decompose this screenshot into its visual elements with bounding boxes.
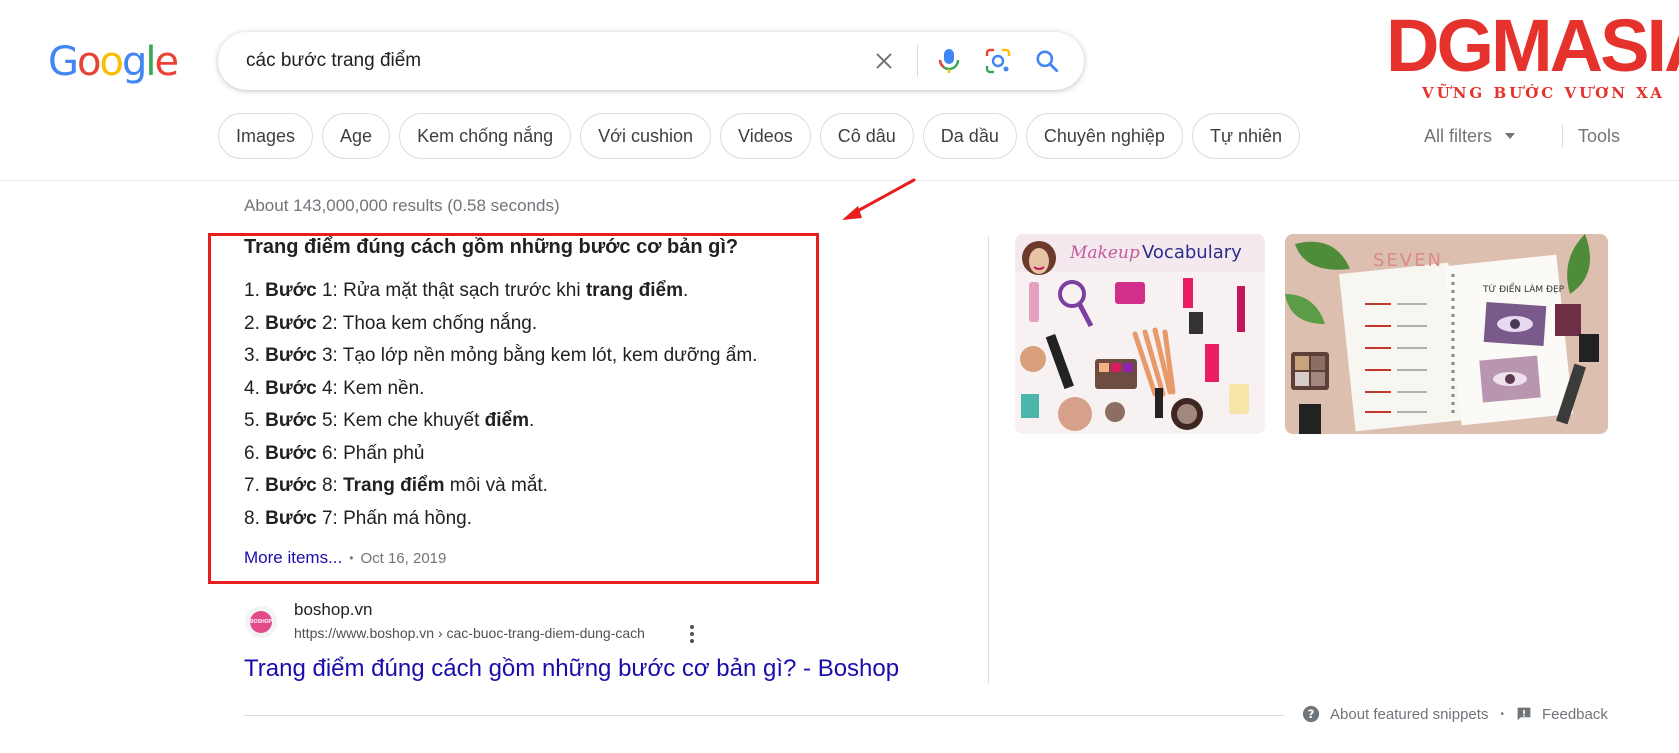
chip-images[interactable]: Images bbox=[218, 113, 314, 159]
result-title-link[interactable]: Trang điểm đúng cách gồm những bước cơ b… bbox=[244, 655, 899, 683]
chip-co-dau[interactable]: Cô dâu bbox=[819, 113, 914, 159]
more-items-row: More items... • Oct 16, 2019 bbox=[244, 548, 446, 568]
feedback-label: Feedback bbox=[1541, 705, 1608, 723]
snippet-date: Oct 16, 2019 bbox=[360, 549, 447, 567]
list-item: 7. Bước 8: Trang điểm môi và mắt. bbox=[244, 475, 548, 496]
microphone-icon[interactable] bbox=[933, 45, 965, 77]
search-icon[interactable] bbox=[1031, 45, 1063, 77]
feedback-icon bbox=[1517, 707, 1531, 721]
chip-da-dau[interactable]: Da dầu bbox=[922, 113, 1017, 159]
chip-videos[interactable]: Videos bbox=[720, 113, 811, 159]
about-featured-snippets-link[interactable]: ? About featured snippets bbox=[1302, 705, 1488, 723]
tools-divider bbox=[1562, 124, 1563, 148]
svg-text:?: ? bbox=[1308, 707, 1315, 721]
list-item: 3. Bước 3: Tạo lớp nền mỏng bằng kem lót… bbox=[244, 345, 758, 366]
caret-down-icon bbox=[1505, 133, 1516, 139]
logo-letter: l bbox=[145, 39, 156, 85]
makeup-vocabulary-image: Makeup Vocabulary bbox=[1015, 234, 1265, 434]
site-favicon[interactable]: BOSHOP bbox=[245, 606, 277, 638]
chip-voi-cushion[interactable]: Với cushion bbox=[580, 113, 712, 159]
help-icon: ? bbox=[1302, 705, 1320, 723]
filter-chips: Images Age Kem chống nắng Với cushion Vi… bbox=[218, 113, 1301, 159]
more-items-link[interactable]: More items... bbox=[244, 548, 342, 568]
chip-kem-chong-nang[interactable]: Kem chống nắng bbox=[399, 113, 572, 159]
list-item: 1. Bước 1: Rửa mặt thật sạch trước khi t… bbox=[244, 280, 689, 301]
google-logo[interactable]: Google bbox=[48, 38, 179, 86]
all-filters-label: All filters bbox=[1424, 125, 1493, 146]
logo-letter: G bbox=[48, 39, 79, 85]
separator-dot: • bbox=[349, 551, 354, 565]
brand-name: DGMASIA bbox=[1386, 4, 1679, 87]
more-options-icon[interactable] bbox=[682, 622, 702, 646]
beauty-dictionary-image: SEVEN TỪ ĐIỂN LÀM ĐẸP bbox=[1285, 234, 1608, 434]
featured-snippet-steps: 1. Bước 1: Rửa mặt thật sạch trước khi t… bbox=[244, 275, 757, 535]
feedback-link[interactable]: Feedback bbox=[1516, 706, 1608, 723]
list-item: 8. Bước 7: Phấn má hồng. bbox=[244, 507, 472, 529]
lens-camera-icon[interactable] bbox=[982, 45, 1014, 77]
logo-letter: g bbox=[121, 39, 147, 85]
annotation-arrow bbox=[842, 178, 916, 220]
logo-letter: e bbox=[154, 39, 179, 85]
chip-age[interactable]: Age bbox=[322, 113, 391, 159]
chip-chuyen-nghiep[interactable]: Chuyên nghiệp bbox=[1025, 113, 1183, 159]
tools-button[interactable]: Tools bbox=[1578, 113, 1620, 159]
list-item: 5. Bước 5: Kem che khuyết điểm. bbox=[244, 410, 535, 431]
separator-dot: • bbox=[1500, 708, 1504, 720]
brand-tagline: VỮNG BƯỚC VƯƠN XA bbox=[1422, 84, 1665, 102]
tools-label: Tools bbox=[1578, 125, 1621, 146]
featured-snippet-title: Trang điểm đúng cách gồm những bước cơ b… bbox=[244, 236, 739, 258]
chip-tu-nhien[interactable]: Tự nhiên bbox=[1191, 113, 1301, 159]
search-divider bbox=[917, 45, 918, 77]
column-divider bbox=[988, 236, 989, 684]
results-bottom-divider bbox=[244, 715, 1284, 716]
svg-text:SEVEN: SEVEN bbox=[1373, 250, 1443, 271]
close-icon[interactable] bbox=[868, 45, 900, 77]
svg-text:Makeup: Makeup bbox=[1069, 243, 1140, 263]
image-thumbnail-makeup-vocabulary[interactable]: Makeup Vocabulary bbox=[1015, 234, 1265, 434]
logo-letter: o bbox=[77, 39, 102, 85]
snippet-footer: ? About featured snippets • Feedback bbox=[1302, 705, 1608, 723]
logo-letter: o bbox=[99, 39, 124, 85]
result-stats: About 143,000,000 results (0.58 seconds) bbox=[244, 196, 560, 215]
site-url[interactable]: https://www.boshop.vn › cac-buoc-trang-d… bbox=[294, 625, 645, 641]
list-item: 6. Bước 6: Phấn phủ bbox=[244, 442, 425, 464]
list-item: 4. Bước 4: Kem nền. bbox=[244, 377, 425, 399]
brand-logo: DGMASIA VỮNG BƯỚC VƯƠN XA bbox=[1382, 4, 1679, 114]
svg-text:Vocabulary: Vocabulary bbox=[1142, 242, 1242, 263]
list-item: 2. Bước 2: Thoa kem chống nắng. bbox=[244, 312, 538, 334]
search-box[interactable]: các bước trang điểm bbox=[218, 32, 1084, 90]
site-name[interactable]: boshop.vn bbox=[294, 600, 372, 620]
about-featured-snippets-label: About featured snippets bbox=[1330, 705, 1489, 723]
image-thumbnail-beauty-dictionary[interactable]: SEVEN TỪ ĐIỂN LÀM ĐẸP bbox=[1285, 234, 1608, 434]
all-filters-button[interactable]: All filters bbox=[1424, 113, 1516, 159]
favicon-mark: BOSHOP bbox=[250, 611, 272, 633]
search-input[interactable]: các bước trang điểm bbox=[246, 32, 421, 90]
